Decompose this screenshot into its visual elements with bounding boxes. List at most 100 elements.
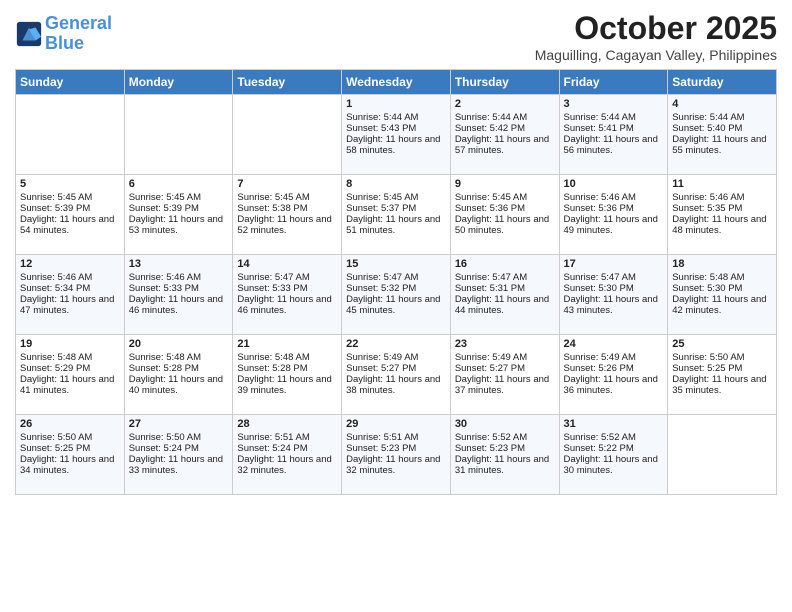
sunset-text: Sunset: 5:28 PM: [129, 363, 229, 374]
sunrise-text: Sunrise: 5:47 AM: [237, 272, 337, 283]
day-number: 20: [129, 338, 229, 350]
daylight-text: Daylight: 11 hours and 58 minutes.: [346, 134, 446, 156]
day-number: 27: [129, 418, 229, 430]
sunset-text: Sunset: 5:27 PM: [455, 363, 555, 374]
sunset-text: Sunset: 5:30 PM: [564, 283, 664, 294]
daylight-text: Daylight: 11 hours and 46 minutes.: [129, 294, 229, 316]
daylight-text: Daylight: 11 hours and 46 minutes.: [237, 294, 337, 316]
sunrise-text: Sunrise: 5:46 AM: [564, 192, 664, 203]
cell-w4-d7: 25Sunrise: 5:50 AMSunset: 5:25 PMDayligh…: [668, 335, 777, 415]
day-number: 2: [455, 98, 555, 110]
cell-w3-d6: 17Sunrise: 5:47 AMSunset: 5:30 PMDayligh…: [559, 255, 668, 335]
col-thursday: Thursday: [450, 70, 559, 95]
sunrise-text: Sunrise: 5:46 AM: [129, 272, 229, 283]
cell-w4-d3: 21Sunrise: 5:48 AMSunset: 5:28 PMDayligh…: [233, 335, 342, 415]
daylight-text: Daylight: 11 hours and 42 minutes.: [672, 294, 772, 316]
daylight-text: Daylight: 11 hours and 56 minutes.: [564, 134, 664, 156]
daylight-text: Daylight: 11 hours and 30 minutes.: [564, 454, 664, 476]
sunset-text: Sunset: 5:28 PM: [237, 363, 337, 374]
day-number: 31: [564, 418, 664, 430]
daylight-text: Daylight: 11 hours and 52 minutes.: [237, 214, 337, 236]
day-number: 28: [237, 418, 337, 430]
sunrise-text: Sunrise: 5:46 AM: [20, 272, 120, 283]
sunrise-text: Sunrise: 5:51 AM: [237, 432, 337, 443]
sunrise-text: Sunrise: 5:47 AM: [455, 272, 555, 283]
sunrise-text: Sunrise: 5:44 AM: [564, 112, 664, 123]
col-saturday: Saturday: [668, 70, 777, 95]
cell-w4-d6: 24Sunrise: 5:49 AMSunset: 5:26 PMDayligh…: [559, 335, 668, 415]
page: General Blue October 2025 Maguilling, Ca…: [0, 0, 792, 612]
daylight-text: Daylight: 11 hours and 39 minutes.: [237, 374, 337, 396]
day-number: 24: [564, 338, 664, 350]
calendar-table: Sunday Monday Tuesday Wednesday Thursday…: [15, 69, 777, 495]
sunrise-text: Sunrise: 5:45 AM: [455, 192, 555, 203]
week-row-3: 12Sunrise: 5:46 AMSunset: 5:34 PMDayligh…: [16, 255, 777, 335]
logo-icon: [15, 20, 43, 48]
cell-w3-d4: 15Sunrise: 5:47 AMSunset: 5:32 PMDayligh…: [342, 255, 451, 335]
sunset-text: Sunset: 5:36 PM: [564, 203, 664, 214]
daylight-text: Daylight: 11 hours and 55 minutes.: [672, 134, 772, 156]
week-row-4: 19Sunrise: 5:48 AMSunset: 5:29 PMDayligh…: [16, 335, 777, 415]
day-number: 9: [455, 178, 555, 190]
cell-w1-d2: [124, 95, 233, 175]
daylight-text: Daylight: 11 hours and 41 minutes.: [20, 374, 120, 396]
col-friday: Friday: [559, 70, 668, 95]
title-block: October 2025 Maguilling, Cagayan Valley,…: [535, 10, 777, 63]
sunrise-text: Sunrise: 5:49 AM: [564, 352, 664, 363]
daylight-text: Daylight: 11 hours and 33 minutes.: [129, 454, 229, 476]
daylight-text: Daylight: 11 hours and 47 minutes.: [20, 294, 120, 316]
sunrise-text: Sunrise: 5:45 AM: [20, 192, 120, 203]
daylight-text: Daylight: 11 hours and 35 minutes.: [672, 374, 772, 396]
sunset-text: Sunset: 5:42 PM: [455, 123, 555, 134]
sunset-text: Sunset: 5:31 PM: [455, 283, 555, 294]
calendar-body: 1Sunrise: 5:44 AMSunset: 5:43 PMDaylight…: [16, 95, 777, 495]
day-number: 25: [672, 338, 772, 350]
sunset-text: Sunset: 5:39 PM: [20, 203, 120, 214]
day-number: 17: [564, 258, 664, 270]
col-monday: Monday: [124, 70, 233, 95]
daylight-text: Daylight: 11 hours and 31 minutes.: [455, 454, 555, 476]
sunset-text: Sunset: 5:22 PM: [564, 443, 664, 454]
sunset-text: Sunset: 5:33 PM: [129, 283, 229, 294]
sunset-text: Sunset: 5:29 PM: [20, 363, 120, 374]
col-wednesday: Wednesday: [342, 70, 451, 95]
week-row-2: 5Sunrise: 5:45 AMSunset: 5:39 PMDaylight…: [16, 175, 777, 255]
sunrise-text: Sunrise: 5:50 AM: [20, 432, 120, 443]
cell-w5-d4: 29Sunrise: 5:51 AMSunset: 5:23 PMDayligh…: [342, 415, 451, 495]
cell-w5-d1: 26Sunrise: 5:50 AMSunset: 5:25 PMDayligh…: [16, 415, 125, 495]
sunrise-text: Sunrise: 5:49 AM: [346, 352, 446, 363]
sunrise-text: Sunrise: 5:48 AM: [672, 272, 772, 283]
cell-w1-d3: [233, 95, 342, 175]
cell-w3-d2: 13 Sunrise: 5:46 AMSunset: 5:33 PMDayligh…: [124, 255, 233, 335]
sunrise-text: Sunrise: 5:50 AM: [672, 352, 772, 363]
daylight-text: Daylight: 11 hours and 51 minutes.: [346, 214, 446, 236]
day-number: 29: [346, 418, 446, 430]
sunrise-text: Sunrise: 5:46 AM: [672, 192, 772, 203]
daylight-text: Daylight: 11 hours and 34 minutes.: [20, 454, 120, 476]
sunrise-text: Sunrise: 5:44 AM: [346, 112, 446, 123]
sunrise-text: Sunrise: 5:52 AM: [455, 432, 555, 443]
month-title: October 2025: [535, 10, 777, 47]
daylight-text: Daylight: 11 hours and 38 minutes.: [346, 374, 446, 396]
daylight-text: Daylight: 11 hours and 40 minutes.: [129, 374, 229, 396]
cell-w2-d1: 5Sunrise: 5:45 AMSunset: 5:39 PMDaylight…: [16, 175, 125, 255]
daylight-text: Daylight: 11 hours and 43 minutes.: [564, 294, 664, 316]
logo-line2: Blue: [45, 33, 84, 53]
sunset-text: Sunset: 5:34 PM: [20, 283, 120, 294]
sunrise-text: Sunrise: 5:52 AM: [564, 432, 664, 443]
sunset-text: Sunset: 5:24 PM: [129, 443, 229, 454]
sunrise-text: Sunrise: 5:44 AM: [455, 112, 555, 123]
sunset-text: Sunset: 5:23 PM: [346, 443, 446, 454]
sunrise-text: Sunrise: 5:50 AM: [129, 432, 229, 443]
sunset-text: Sunset: 5:39 PM: [129, 203, 229, 214]
day-number: 13: [129, 258, 229, 270]
cell-w4-d4: 22Sunrise: 5:49 AMSunset: 5:27 PMDayligh…: [342, 335, 451, 415]
cell-w1-d4: 1Sunrise: 5:44 AMSunset: 5:43 PMDaylight…: [342, 95, 451, 175]
sunset-text: Sunset: 5:33 PM: [237, 283, 337, 294]
day-number: 21: [237, 338, 337, 350]
logo: General Blue: [15, 14, 112, 54]
cell-w1-d1: [16, 95, 125, 175]
sunrise-text: Sunrise: 5:51 AM: [346, 432, 446, 443]
day-number: 8: [346, 178, 446, 190]
daylight-text: Daylight: 11 hours and 54 minutes.: [20, 214, 120, 236]
